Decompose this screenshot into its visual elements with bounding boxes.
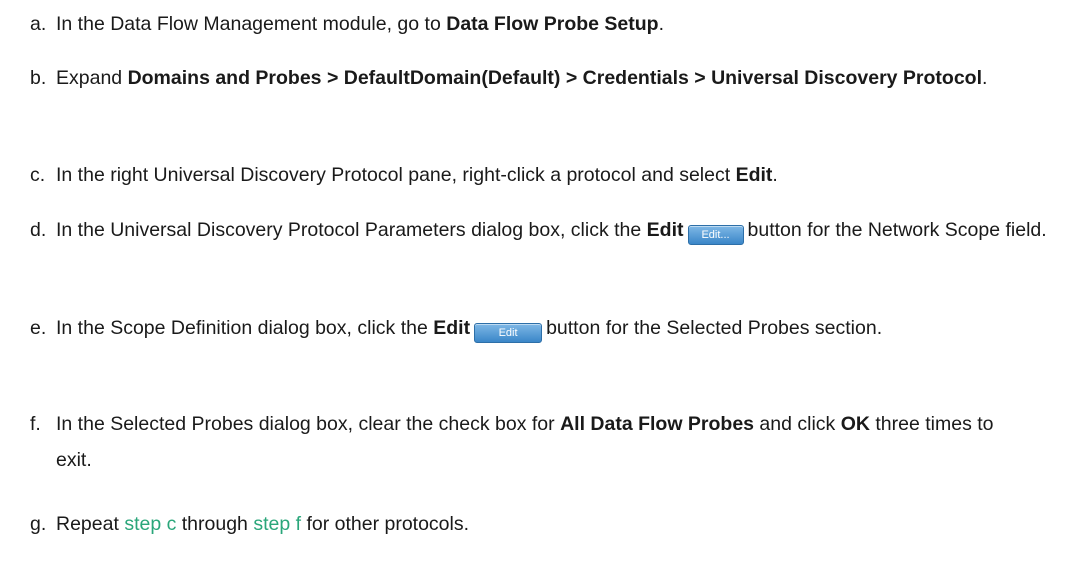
step-text: In the Universal Discovery Protocol Para… bbox=[56, 212, 1056, 248]
step-marker: f. bbox=[30, 413, 41, 435]
text: through bbox=[176, 513, 254, 535]
step-f-link[interactable]: step f bbox=[253, 513, 301, 535]
text: for other protocols. bbox=[301, 513, 470, 535]
text: and click bbox=[754, 413, 841, 435]
bold-term: OK bbox=[840, 413, 870, 435]
step-g: g. Repeat step c through step f for othe… bbox=[0, 506, 1050, 542]
procedure-steps: a. In the Data Flow Management module, g… bbox=[0, 0, 1070, 563]
step-marker: e. bbox=[30, 317, 47, 339]
step-b: b. Expand Domains and Probes > DefaultDo… bbox=[0, 60, 1050, 96]
step-text: In the Selected Probes dialog box, clear… bbox=[56, 406, 1016, 478]
step-text: Expand Domains and Probes > DefaultDomai… bbox=[56, 60, 1056, 96]
text: . bbox=[772, 164, 778, 186]
step-c-link[interactable]: step c bbox=[124, 513, 176, 535]
step-text: Repeat step c through step f for other p… bbox=[56, 506, 1050, 542]
bold-term: Edit bbox=[433, 317, 471, 339]
text: button for the Network Scope field. bbox=[747, 219, 1047, 241]
text: In the Scope Definition dialog box, clic… bbox=[56, 317, 434, 339]
bold-term: Domains and Probes > DefaultDomain(Defau… bbox=[127, 67, 983, 89]
bold-term: All Data Flow Probes bbox=[560, 413, 755, 435]
step-text: In the Data Flow Management module, go t… bbox=[56, 6, 1050, 42]
step-f: f. In the Selected Probes dialog box, cl… bbox=[0, 406, 1050, 478]
text: . bbox=[982, 67, 988, 89]
text: In the Universal Discovery Protocol Para… bbox=[56, 219, 647, 241]
step-e: e. In the Scope Definition dialog box, c… bbox=[0, 310, 1050, 346]
step-d: d. In the Universal Discovery Protocol P… bbox=[0, 212, 1050, 248]
edit-button-image: Edit... bbox=[687, 225, 744, 245]
step-c: c. In the right Universal Discovery Prot… bbox=[0, 157, 1050, 193]
text: In the right Universal Discovery Protoco… bbox=[56, 164, 736, 186]
bold-term: Data Flow Probe Setup bbox=[446, 13, 659, 35]
bold-term: Edit bbox=[735, 164, 773, 186]
step-marker: g. bbox=[30, 513, 47, 535]
text: . bbox=[658, 13, 665, 35]
text: In the Selected Probes dialog box, clear… bbox=[56, 413, 561, 435]
step-marker: b. bbox=[30, 67, 47, 89]
step-marker: d. bbox=[30, 219, 47, 241]
edit-button-image: Edit bbox=[474, 323, 543, 343]
text: In the Data Flow Management module, go t… bbox=[56, 13, 447, 35]
step-a: a. In the Data Flow Management module, g… bbox=[0, 6, 1050, 42]
step-text: In the right Universal Discovery Protoco… bbox=[56, 157, 1050, 193]
step-marker: a. bbox=[30, 13, 47, 35]
bold-term: Edit bbox=[646, 219, 684, 241]
step-text: In the Scope Definition dialog box, clic… bbox=[56, 310, 1046, 346]
text: Repeat bbox=[56, 513, 125, 535]
text: Expand bbox=[56, 67, 128, 89]
step-marker: c. bbox=[30, 164, 46, 186]
text: button for the Selected Probes section. bbox=[546, 317, 883, 339]
